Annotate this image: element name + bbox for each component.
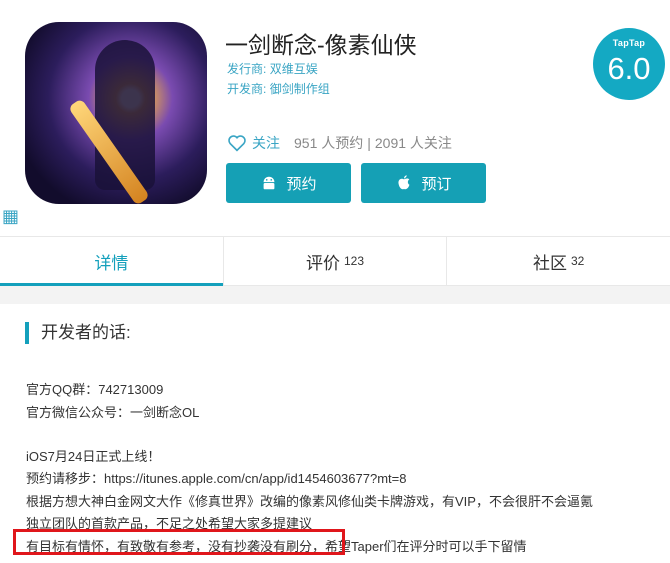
text-line: 官方微信公众号：一剑断念OL: [26, 405, 200, 420]
preorder-button[interactable]: 预约: [226, 163, 351, 203]
tab-bar: 详情 评价 123 社区 32: [0, 236, 670, 286]
section-title: 开发者的话:: [25, 322, 131, 344]
tab-community-count: 32: [571, 254, 585, 268]
tab-reviews-label: 评价: [305, 253, 340, 273]
stat-separator: |: [367, 135, 371, 151]
highlight-box: [13, 529, 345, 555]
publisher-link[interactable]: 双维互娱: [270, 62, 318, 76]
qr-code-icon[interactable]: ▦: [2, 205, 22, 227]
developer-row: 开发商: 御剑制作组: [227, 80, 330, 97]
tab-reviews[interactable]: 评价 123: [222, 237, 447, 285]
app-title: 一剑断念-像素仙侠: [225, 32, 417, 58]
tab-details-label: 详情: [94, 253, 129, 273]
rating-badge: TapTap 6.0: [593, 28, 665, 100]
heart-icon[interactable]: [227, 134, 247, 152]
tab-community-label: 社区: [533, 253, 567, 273]
publisher-row: 发行商: 双维互娱: [227, 60, 318, 77]
developer-link[interactable]: 御剑制作组: [270, 82, 330, 96]
section-divider: [0, 286, 670, 304]
text-line: 根据方想大神白金网文大作《修真世界》改编的像素风修仙类卡牌游戏，有VIP，不会很…: [26, 494, 593, 509]
tab-community[interactable]: 社区 32: [446, 237, 670, 285]
order-button[interactable]: 预订: [361, 163, 486, 203]
preorder-label: 预约: [286, 175, 317, 193]
tab-reviews-count: 123: [343, 254, 365, 268]
android-icon: [264, 176, 275, 190]
text-line: iOS7月24日正式上线！: [26, 449, 161, 464]
app-header: ▦ 一剑断念-像素仙侠 发行商: 双维互娱 开发商: 御剑制作组 TapTap …: [0, 0, 670, 236]
rating-brand: TapTap: [612, 38, 646, 48]
follower-count: 2091 人关注: [374, 135, 452, 151]
apple-icon: [398, 175, 410, 190]
text-line: 预约请移步：https://itunes.apple.com/cn/app/id…: [26, 471, 407, 486]
order-label: 预订: [421, 175, 452, 193]
tab-details[interactable]: 详情: [0, 237, 223, 286]
reservation-count: 951 人预约: [294, 135, 364, 151]
app-icon[interactable]: [25, 22, 207, 204]
follow-button[interactable]: 关注: [252, 133, 280, 153]
text-line: 官方QQ群：742713009: [26, 382, 164, 397]
publisher-label: 发行商:: [227, 62, 267, 76]
developer-label: 开发商:: [227, 82, 267, 96]
follow-row: 关注 951 人预约 | 2091 人关注: [227, 133, 452, 153]
rating-score: 6.0: [607, 51, 651, 86]
developer-notes: 开发者的话: 官方QQ群：742713009 官方微信公众号：一剑断念OL iO…: [0, 304, 670, 563]
